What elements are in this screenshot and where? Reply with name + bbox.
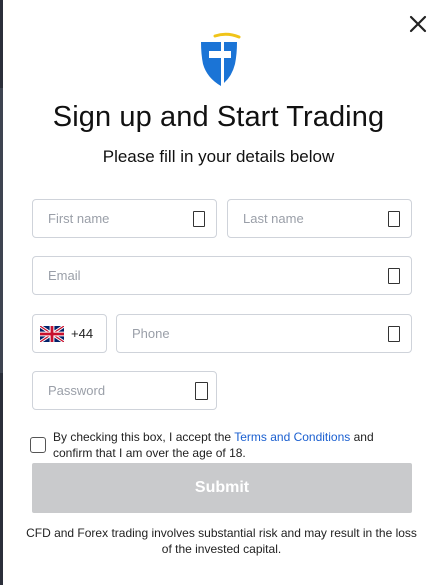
terms-consent-text: By checking this box, I accept the Terms…: [53, 429, 413, 461]
email-input[interactable]: [33, 257, 411, 294]
shield-logo-icon: [195, 32, 243, 88]
country-code-select[interactable]: +44: [32, 314, 107, 353]
terms-checkbox[interactable]: [30, 437, 46, 453]
phone-field[interactable]: [116, 314, 412, 353]
close-button[interactable]: [405, 11, 431, 37]
background-frame-edge: [0, 0, 3, 585]
consent-text-before: By checking this box, I accept the: [53, 430, 235, 444]
page-title: Sign up and Start Trading: [52, 101, 385, 133]
password-field[interactable]: [32, 371, 217, 410]
last-name-input[interactable]: [228, 200, 411, 237]
first-name-field[interactable]: [32, 199, 217, 238]
uk-flag-icon: [40, 326, 64, 342]
risk-disclaimer: CFD and Forex trading involves substanti…: [26, 526, 417, 556]
last-name-field[interactable]: [227, 199, 412, 238]
phone-input[interactable]: [117, 315, 411, 352]
country-dial-code: +44: [71, 326, 94, 341]
password-input[interactable]: [33, 372, 216, 409]
close-icon: [409, 15, 427, 33]
terms-and-conditions-link[interactable]: Terms and Conditions: [234, 430, 350, 444]
page-subtitle: Please fill in your details below: [102, 147, 335, 166]
first-name-input[interactable]: [33, 200, 216, 237]
email-field[interactable]: [32, 256, 412, 295]
submit-button[interactable]: Submit: [32, 463, 412, 513]
